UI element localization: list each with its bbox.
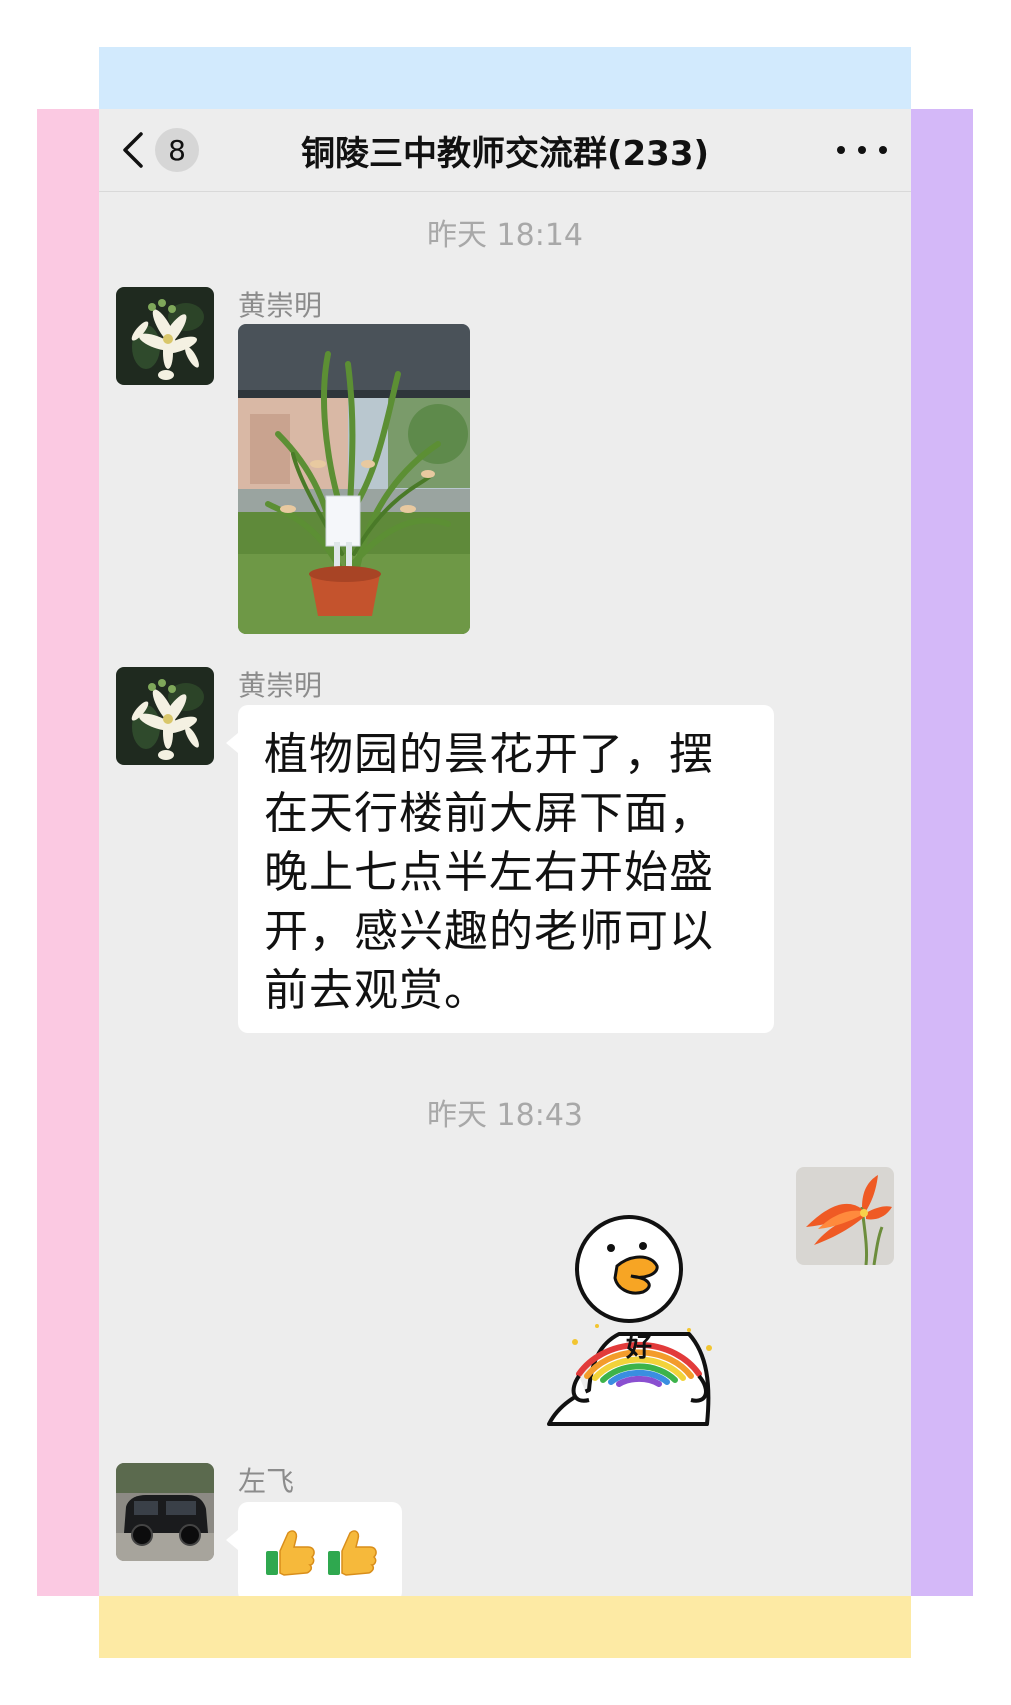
flower-avatar-icon: [116, 667, 214, 765]
message-line: 植物园的昙花开了，摆: [264, 729, 714, 780]
decorative-band-right: [911, 109, 973, 1596]
more-dots-icon: [858, 146, 866, 154]
more-dots-icon: [879, 146, 887, 154]
emoji-message-bubble[interactable]: [226, 1502, 402, 1596]
sender-name: 黄崇明: [238, 289, 323, 322]
more-dots-icon: [837, 146, 845, 154]
image-message[interactable]: [238, 324, 470, 634]
decorative-band-left: [37, 109, 99, 1596]
chat-header: 8 铜陵三中教师交流群(233): [99, 109, 911, 192]
message-line: 在天行楼前大屏下面，: [264, 788, 714, 839]
more-button[interactable]: [837, 133, 887, 167]
message-timestamp: 昨天 18:14: [427, 218, 583, 253]
avatar[interactable]: [116, 1463, 214, 1561]
message-line: 开，感兴趣的老师可以: [264, 906, 714, 957]
avatar[interactable]: [116, 287, 214, 385]
decorative-band-top: [99, 47, 911, 110]
car-avatar-icon: [116, 1463, 214, 1561]
message-line: 前去观赏。: [264, 965, 489, 1016]
duck-rainbow-sticker: 好: [547, 1215, 712, 1426]
plant-photo: [238, 324, 470, 634]
unread-badge: 8: [155, 128, 199, 172]
flower-avatar-icon: [116, 287, 214, 385]
thumbs-up-icon: [324, 1525, 378, 1579]
sticker-message[interactable]: 好: [539, 1214, 739, 1434]
message-timestamp: 昨天 18:43: [427, 1098, 583, 1133]
decorative-band-bottom: [99, 1595, 911, 1658]
sticker-text: 好: [625, 1333, 652, 1363]
text-message-bubble[interactable]: 植物园的昙花开了，摆 在天行楼前大屏下面， 晚上七点半左右开始盛 开，感兴趣的老…: [226, 705, 774, 1033]
thumbs-up-icon: [262, 1525, 316, 1579]
sender-name: 左飞: [238, 1465, 295, 1498]
clivia-avatar-icon: [796, 1167, 894, 1265]
back-button[interactable]: 8: [121, 125, 211, 175]
chat-title: 铜陵三中教师交流群(233): [300, 133, 710, 174]
avatar[interactable]: [116, 667, 214, 765]
chevron-left-icon: [123, 132, 143, 168]
message-line: 晚上七点半左右开始盛: [264, 847, 714, 898]
sender-name: 黄崇明: [238, 669, 323, 702]
avatar-self[interactable]: [796, 1167, 894, 1265]
chat-screen: 8 铜陵三中教师交流群(233) 昨天 18:14 黄崇明 黄崇明 植物园的昙花…: [99, 109, 911, 1596]
